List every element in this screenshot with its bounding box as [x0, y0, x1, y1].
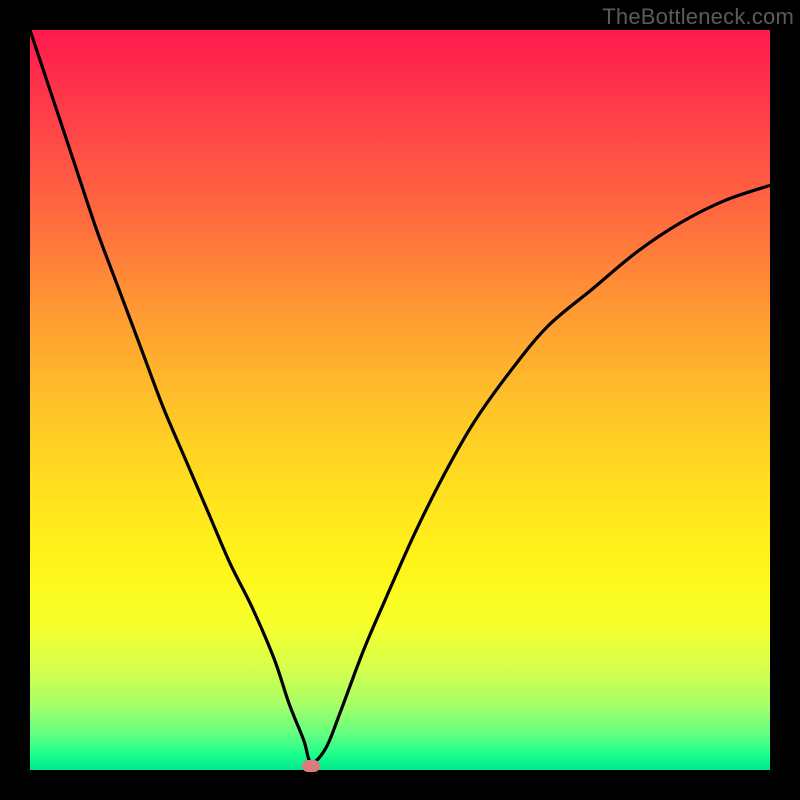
- watermark-text: TheBottleneck.com: [602, 4, 794, 30]
- chart-frame: [30, 30, 770, 770]
- minimum-marker: [302, 760, 320, 772]
- bottleneck-curve: [30, 30, 770, 770]
